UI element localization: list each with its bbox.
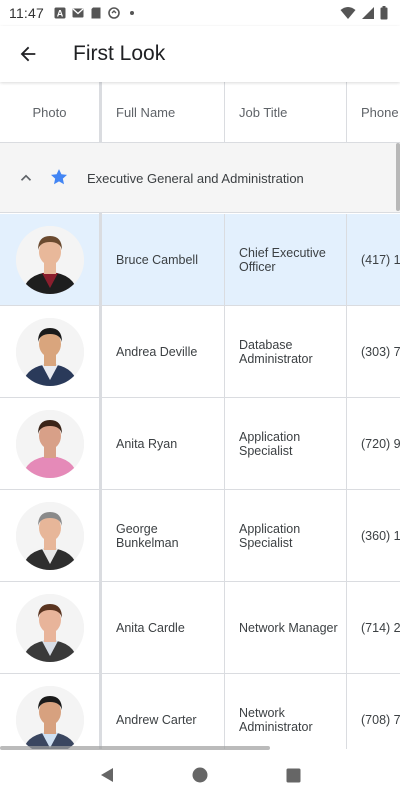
column-divider <box>224 306 225 397</box>
phone-cell: (417) 1 <box>361 252 400 267</box>
column-divider <box>224 490 225 581</box>
phone-cell: (720) 9 <box>361 436 400 451</box>
nav-home-button[interactable] <box>185 760 215 790</box>
phone-cell: (714) 2 <box>361 620 400 635</box>
page-title: First Look <box>73 42 166 65</box>
job-title-cell: Chief Executive Officer <box>239 245 326 274</box>
more-notifications-dot <box>130 11 134 15</box>
data-grid[interactable]: Photo Full Name Job Title Phone Executiv… <box>0 82 400 749</box>
person-photo-icon <box>15 501 84 570</box>
column-header-full-name[interactable]: Full Name <box>102 82 224 142</box>
photo-cell <box>0 490 99 581</box>
table-row[interactable]: Bruce Cambell Chief Executive Officer (4… <box>0 214 400 306</box>
table-row[interactable]: Anita Ryan Application Specialist (720) … <box>0 398 400 490</box>
phone-cell: (708) 7 <box>361 712 400 727</box>
table-row[interactable]: George Bunkelman Application Specialist … <box>0 490 400 582</box>
sd-card-icon <box>91 7 101 19</box>
nav-back-button[interactable] <box>92 760 122 790</box>
back-button[interactable] <box>0 26 56 82</box>
photo-cell <box>0 674 99 749</box>
svg-text:A: A <box>57 9 64 19</box>
full-name-cell: Andrew Carter <box>116 712 197 727</box>
job-title-cell: Database Administrator <box>239 337 313 366</box>
star-icon <box>51 169 67 185</box>
nav-recents-button[interactable] <box>278 760 308 790</box>
avatar <box>15 409 84 478</box>
font-app-icon: A <box>54 7 66 19</box>
job-title-cell: Network Manager <box>239 620 338 635</box>
full-name-cell: George Bunkelman <box>116 521 179 550</box>
photo-cell <box>0 306 99 397</box>
app-bar: First Look <box>0 26 400 82</box>
triangle-back-icon <box>100 768 113 782</box>
avatar <box>15 317 84 386</box>
table-row[interactable]: Andrew Carter Network Administrator (708… <box>0 674 400 749</box>
column-divider <box>224 582 225 673</box>
group-label: Executive General and Administration <box>87 171 304 186</box>
column-header-photo[interactable]: Photo <box>0 82 99 142</box>
status-time: 11:47 <box>9 5 44 21</box>
photo-cell <box>0 398 99 489</box>
avatar <box>15 501 84 570</box>
signal-icon <box>362 7 374 19</box>
photo-cell <box>0 214 99 305</box>
column-divider <box>346 490 347 581</box>
status-bar: 11:47 A <box>0 0 400 26</box>
column-divider <box>224 214 225 305</box>
person-photo-icon <box>15 409 84 478</box>
horizontal-scrollbar[interactable] <box>0 746 270 750</box>
group-row-executive[interactable]: Executive General and Administration <box>0 143 400 213</box>
chevron-up-icon[interactable] <box>17 169 35 187</box>
column-divider <box>224 398 225 489</box>
column-divider <box>346 582 347 673</box>
full-name-cell: Anita Ryan <box>116 436 178 451</box>
person-photo-icon <box>15 593 84 662</box>
column-divider <box>346 674 347 749</box>
circle-home-icon <box>192 767 208 783</box>
full-name-cell: Anita Cardle <box>116 620 185 635</box>
column-divider <box>224 82 225 142</box>
avatar <box>15 685 84 749</box>
avatar <box>15 593 84 662</box>
column-divider <box>346 398 347 489</box>
phone-cell: (360) 1 <box>361 528 400 543</box>
column-divider <box>346 306 347 397</box>
column-header-phone[interactable]: Phone <box>347 82 400 142</box>
person-photo-icon <box>15 685 84 749</box>
system-navigation-bar <box>0 750 400 800</box>
phone-cell: (303) 7 <box>361 344 400 359</box>
system-icons <box>340 6 388 20</box>
photo-cell <box>0 582 99 673</box>
arrow-back-icon <box>20 46 36 62</box>
person-photo-icon <box>15 317 84 386</box>
vertical-scrollbar[interactable] <box>396 143 400 211</box>
battery-icon <box>380 6 388 20</box>
column-divider <box>346 214 347 305</box>
sync-icon <box>108 7 120 19</box>
job-title-cell: Application Specialist <box>239 429 301 458</box>
column-header-job-title[interactable]: Job Title <box>225 82 346 142</box>
notification-icons: A <box>54 7 134 19</box>
square-recents-icon <box>286 768 301 782</box>
wifi-icon <box>340 7 356 19</box>
avatar <box>15 225 84 294</box>
grid-header-row: Photo Full Name Job Title Phone <box>0 82 400 143</box>
gmail-icon <box>72 8 84 18</box>
full-name-cell: Bruce Cambell <box>116 252 198 267</box>
table-row[interactable]: Anita Cardle Network Manager (714) 2 <box>0 582 400 674</box>
column-divider <box>346 82 347 142</box>
job-title-cell: Application Specialist <box>239 521 301 550</box>
full-name-cell: Andrea Deville <box>116 344 198 359</box>
table-row[interactable]: Andrea Deville Database Administrator (3… <box>0 306 400 398</box>
column-divider <box>224 674 225 749</box>
job-title-cell: Network Administrator <box>239 705 313 734</box>
person-photo-icon <box>15 225 84 294</box>
